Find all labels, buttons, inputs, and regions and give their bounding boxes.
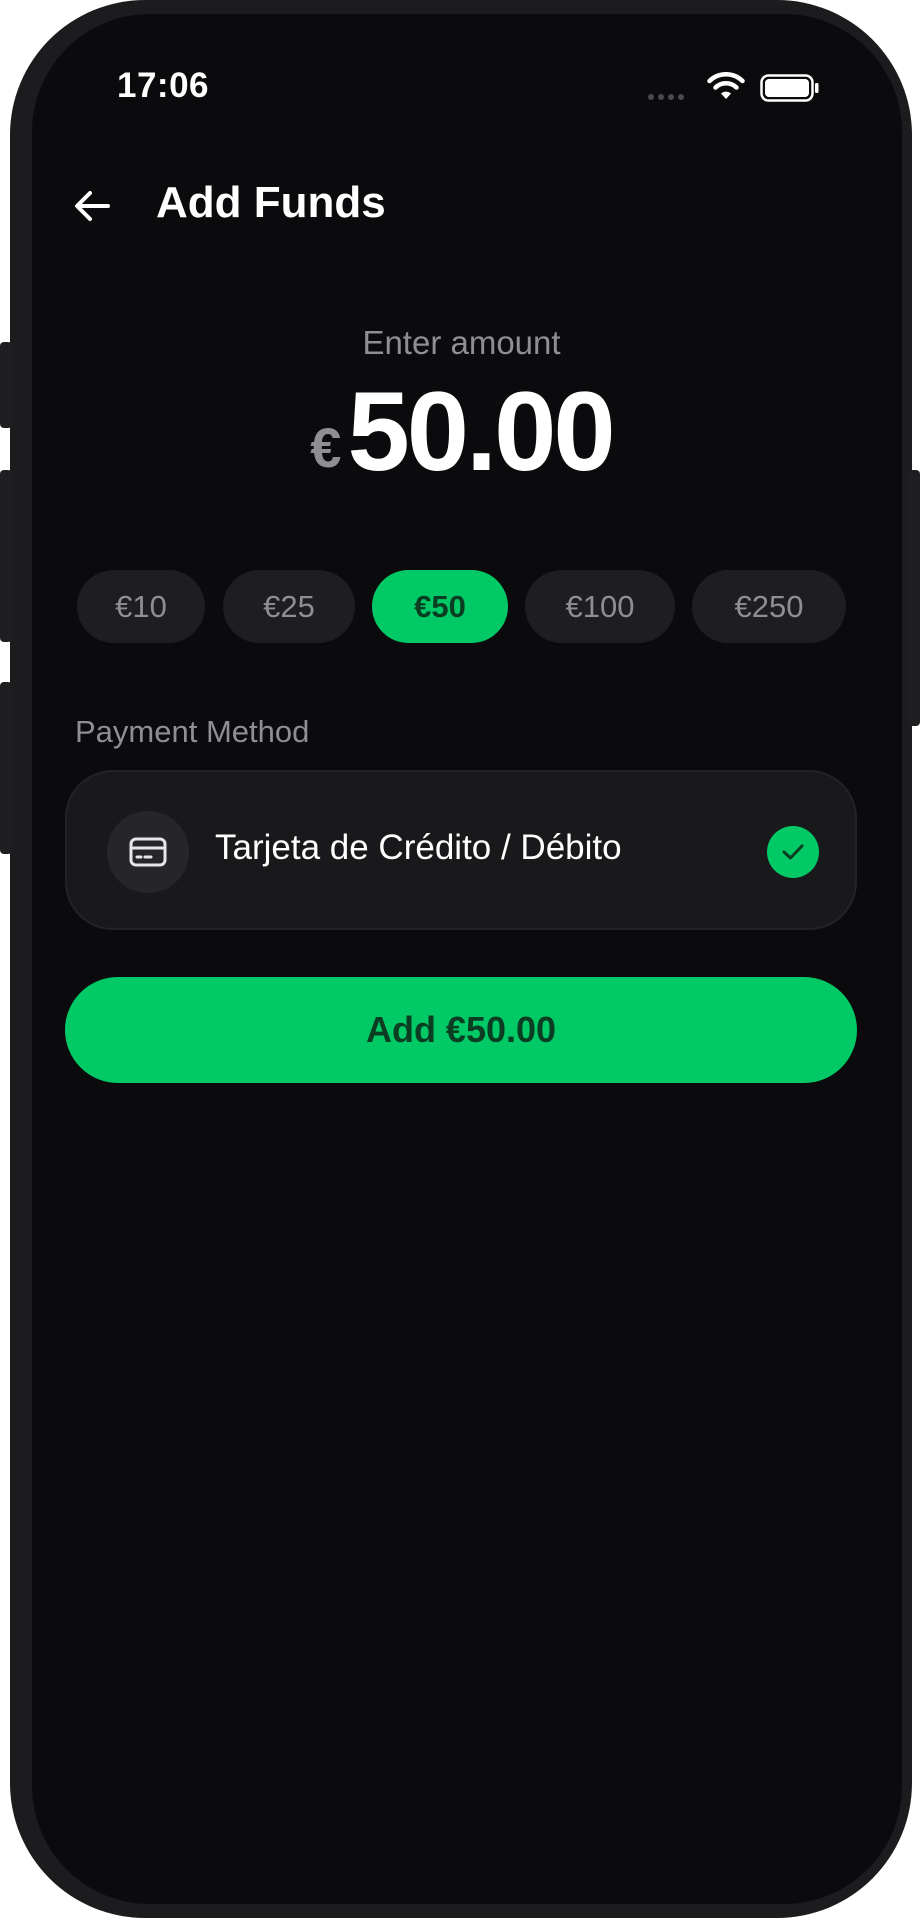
preset-label: €10 (115, 588, 167, 624)
preset-250-button[interactable]: €250 (692, 570, 846, 643)
arrow-left-icon[interactable] (72, 186, 112, 226)
preset-label: €25 (263, 588, 315, 624)
page-title: Add Funds (156, 178, 386, 227)
volume-up-button (0, 470, 12, 642)
amount-label: Enter amount (362, 324, 561, 361)
battery-icon (760, 74, 819, 102)
wifi-icon (707, 72, 745, 99)
payment-method-label: Tarjeta de Crédito / Débito (215, 828, 622, 867)
add-funds-button[interactable]: Add €50.00 (65, 977, 857, 1083)
preset-25-button[interactable]: €25 (223, 570, 355, 643)
app-screen (32, 14, 902, 1904)
preset-label: €100 (565, 588, 635, 624)
check-icon (767, 826, 819, 878)
signal-dots-icon (648, 94, 684, 100)
payment-method-heading: Payment Method (75, 714, 310, 749)
preset-label: €250 (734, 588, 804, 624)
amount-currency-symbol: € (310, 416, 342, 479)
add-funds-button-label: Add €50.00 (365, 1009, 557, 1050)
preset-50-button[interactable]: €50 (372, 570, 508, 643)
status-time: 17:06 (117, 66, 210, 105)
preset-label: €50 (414, 588, 466, 624)
preset-10-button[interactable]: €10 (77, 570, 205, 643)
payment-method-option[interactable]: Tarjeta de Crédito / Débito (65, 770, 857, 930)
credit-card-icon (107, 811, 189, 893)
volume-down-button (0, 682, 12, 854)
amount-input[interactable]: €50.00 (0, 372, 923, 492)
amount-value: 50.00 (347, 369, 615, 494)
power-button (908, 470, 920, 726)
preset-100-button[interactable]: €100 (525, 570, 675, 643)
